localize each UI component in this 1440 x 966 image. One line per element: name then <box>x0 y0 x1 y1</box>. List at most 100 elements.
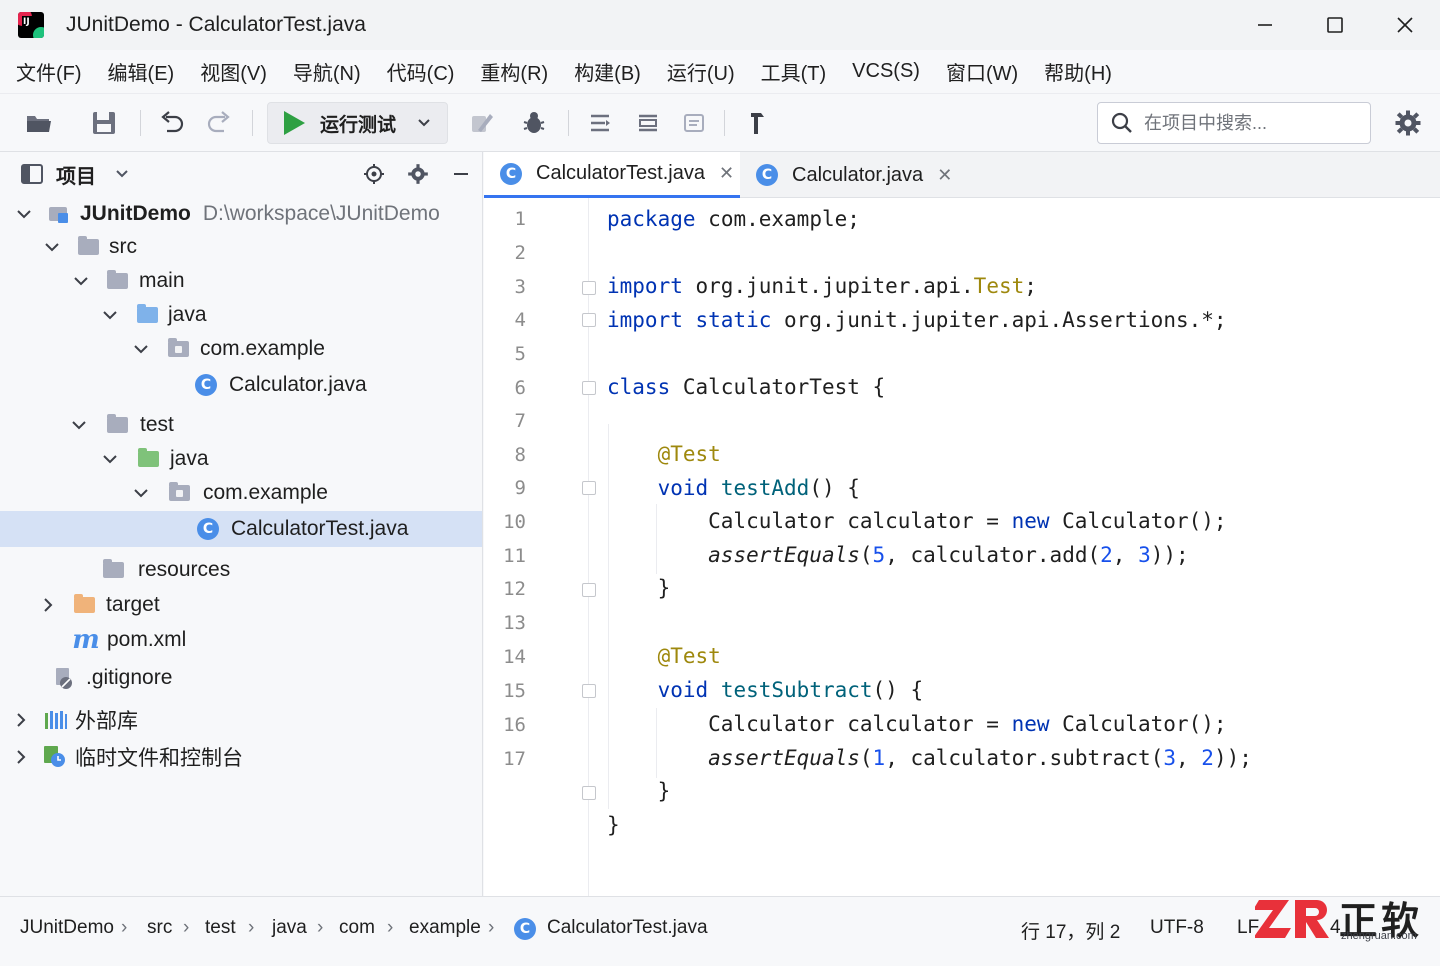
breadcrumb-item[interactable]: test <box>205 917 236 939</box>
chevron-down-icon[interactable] <box>69 415 89 435</box>
tree-item-pom[interactable]: m pom.xml <box>0 623 482 657</box>
fold-marker-icon[interactable] <box>582 481 596 495</box>
save-button[interactable] <box>89 108 119 138</box>
coverage-icon <box>684 114 704 132</box>
breadcrumb-item[interactable]: CalculatorTest.java <box>547 917 708 939</box>
menu-file[interactable]: 文件(F) <box>16 57 82 86</box>
tree-item-test[interactable]: test <box>0 408 482 442</box>
run-configuration-selector[interactable]: 运行测试 <box>267 102 448 144</box>
build-project-button[interactable] <box>741 108 771 138</box>
tree-item-target[interactable]: target <box>0 588 482 622</box>
menu-view[interactable]: 视图(V) <box>200 57 267 86</box>
chevron-right-icon[interactable] <box>38 595 58 615</box>
menu-code[interactable]: 代码(C) <box>387 57 455 86</box>
breadcrumb-item[interactable]: JUnitDemo <box>20 917 114 939</box>
search-input[interactable] <box>1144 112 1354 134</box>
chevron-down-icon[interactable] <box>114 166 130 182</box>
file-encoding[interactable]: UTF-8 <box>1150 917 1204 939</box>
module-icon <box>48 204 70 224</box>
code-token: , calculator.subtract( <box>885 746 1164 770</box>
fold-marker-icon[interactable] <box>582 313 596 327</box>
undo-button[interactable] <box>157 108 187 138</box>
line-number: 9 <box>514 477 526 499</box>
tree-item-scratches[interactable]: 临时文件和控制台 <box>0 740 482 774</box>
menu-vcs[interactable]: VCS(S) <box>852 60 920 83</box>
chevron-right-icon[interactable] <box>11 710 31 730</box>
tree-item-calculator[interactable]: C Calculator.java <box>0 368 482 402</box>
tree-item-calculator-test[interactable]: C CalculatorTest.java <box>0 511 482 547</box>
chevron-down-icon[interactable] <box>100 305 120 325</box>
tree-item-test-java[interactable]: java <box>0 442 482 476</box>
close-icon[interactable]: ✕ <box>937 165 952 186</box>
edit-run-config-button[interactable] <box>466 108 496 138</box>
project-search-box[interactable] <box>1097 102 1371 144</box>
breadcrumb-item[interactable]: src <box>147 917 172 939</box>
fold-marker-icon[interactable] <box>582 583 596 597</box>
rerun-tests-button[interactable] <box>585 108 615 138</box>
chevron-down-icon[interactable] <box>131 483 151 503</box>
toggle-tests-button[interactable] <box>633 108 663 138</box>
breadcrumb-item[interactable]: java <box>272 917 307 939</box>
breadcrumb-item[interactable]: com <box>339 917 375 939</box>
menu-run[interactable]: 运行(U) <box>667 57 735 86</box>
code-line-16: Calculator calculator = new Calculator()… <box>607 712 1226 736</box>
menu-help[interactable]: 帮助(H) <box>1044 57 1112 86</box>
maximize-button[interactable] <box>1300 0 1370 50</box>
code-token: new <box>1011 509 1050 533</box>
tree-item-resources[interactable]: resources <box>0 553 482 587</box>
chevron-down-icon[interactable] <box>100 449 120 469</box>
gear-icon[interactable] <box>407 163 429 185</box>
java-class-icon: C <box>197 518 219 540</box>
menu-build[interactable]: 构建(B) <box>574 57 641 86</box>
chevron-right-icon[interactable] <box>11 747 31 767</box>
tree-item-test-package[interactable]: com.example <box>0 476 482 510</box>
fold-marker-icon[interactable] <box>582 684 596 698</box>
locate-file-icon[interactable] <box>363 163 385 185</box>
open-folder-button[interactable] <box>24 108 54 138</box>
breadcrumb-item[interactable]: example <box>409 917 481 939</box>
tree-item-src[interactable]: src <box>0 230 482 264</box>
tab-calculator-test[interactable]: C CalculatorTest.java ✕ <box>484 152 740 198</box>
fold-marker-icon[interactable] <box>582 381 596 395</box>
chevron-down-icon[interactable] <box>131 339 151 359</box>
menu-navigate[interactable]: 导航(N) <box>293 57 361 86</box>
java-class-icon: C <box>756 164 778 186</box>
line-number: 13 <box>503 612 526 634</box>
tab-calculator[interactable]: C Calculator.java ✕ <box>740 152 962 198</box>
menu-edit[interactable]: 编辑(E) <box>108 57 175 86</box>
debug-button[interactable] <box>519 108 549 138</box>
chevron-down-icon[interactable] <box>71 271 91 291</box>
tree-item-module[interactable]: JUnitDemo D:\workspace\JUnitDemo <box>0 197 482 231</box>
menu-window[interactable]: 窗口(W) <box>946 57 1018 86</box>
chevron-down-icon[interactable] <box>14 204 34 224</box>
tree-item-main-package[interactable]: com.example <box>0 332 482 366</box>
tree-item-label: main <box>139 269 185 292</box>
code-token: Test <box>973 274 1025 298</box>
coverage-button[interactable] <box>679 108 709 138</box>
line-number: 15 <box>503 680 526 702</box>
chevron-down-icon[interactable] <box>42 237 62 257</box>
minimize-button[interactable] <box>1230 0 1300 50</box>
tree-item-main[interactable]: main <box>0 264 482 298</box>
code-editor[interactable]: 1 2 3 4 5 6 7 8 9 10 11 12 13 14 15 16 1… <box>484 198 1440 896</box>
code-token: 2 <box>1201 746 1214 770</box>
project-panel-title[interactable]: 项目 <box>56 160 96 189</box>
tree-item-main-java[interactable]: java <box>0 298 482 332</box>
fold-marker-icon[interactable] <box>582 281 596 295</box>
menu-refactor[interactable]: 重构(R) <box>480 57 548 86</box>
menu-tools[interactable]: 工具(T) <box>761 57 827 86</box>
close-icon[interactable]: ✕ <box>719 163 734 184</box>
redo-button[interactable] <box>204 108 234 138</box>
close-window-button[interactable] <box>1370 0 1440 50</box>
editor-gutter[interactable]: 1 2 3 4 5 6 7 8 9 10 11 12 13 14 15 16 1… <box>484 198 589 896</box>
tree-item-gitignore[interactable]: .gitignore <box>0 661 482 695</box>
code-token: Calculator calculator = <box>607 509 1012 533</box>
tree-item-label: pom.xml <box>107 628 187 651</box>
intellij-logo-icon[interactable]: IJ <box>18 12 44 38</box>
caret-position[interactable]: 行 17，列 2 <box>1021 917 1120 944</box>
minimize-panel-icon[interactable] <box>452 165 470 183</box>
settings-button[interactable] <box>1393 108 1423 138</box>
tree-item-external-libraries[interactable]: 外部库 <box>0 703 482 737</box>
fold-marker-icon[interactable] <box>582 786 596 800</box>
line-number: 11 <box>503 545 526 567</box>
